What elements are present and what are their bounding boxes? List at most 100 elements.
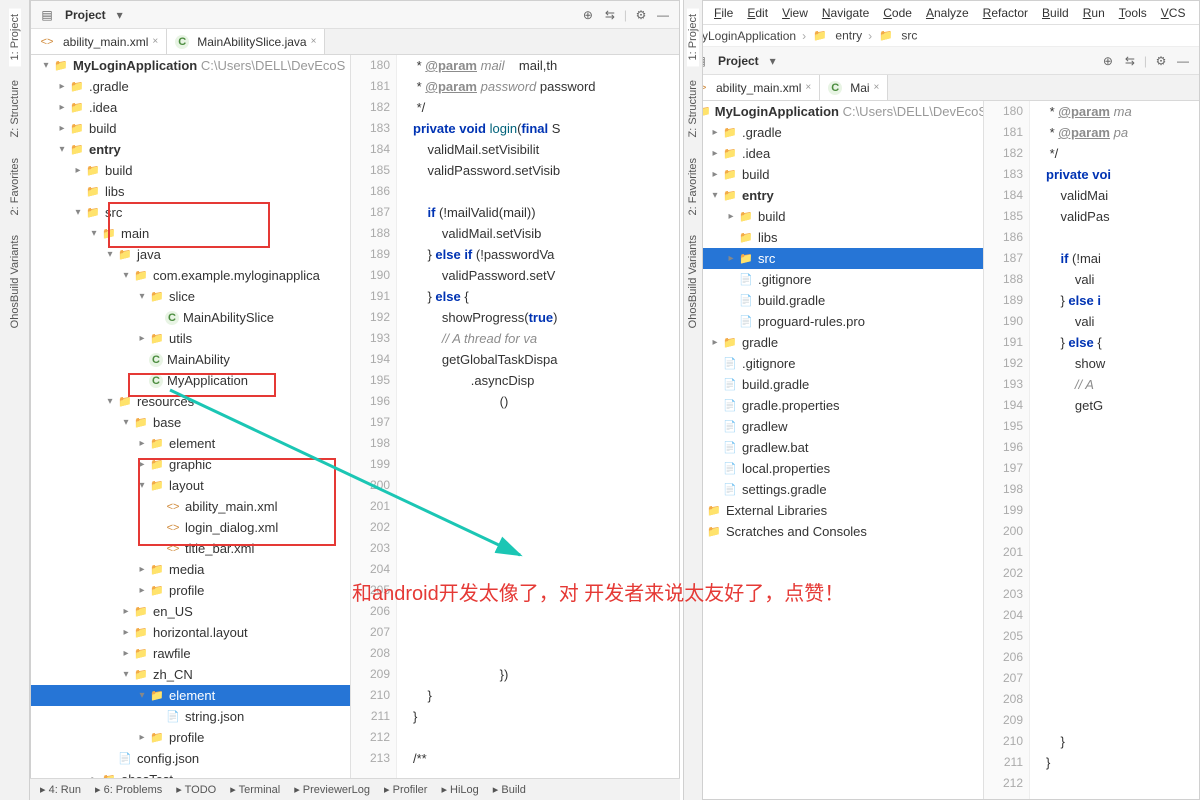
tree-item-main[interactable]: ▾📁main [31, 223, 350, 244]
vtab-1-Project[interactable]: 1: Project [687, 8, 699, 66]
bottom-4-Run[interactable]: ▸ 4: Run [40, 783, 81, 796]
tree-item-MyLoginApplication[interactable]: ▾📁MyLoginApplication C:\Users\DELL\DevEc… [31, 55, 350, 76]
tree-item--idea[interactable]: ▸📁.idea [684, 143, 983, 164]
tree-item-Scratches-and-Consoles[interactable]: 📁Scratches and Consoles [684, 521, 983, 542]
tree-item-en_US[interactable]: ▸📁en_US [31, 601, 350, 622]
crumb-MyLoginApplication[interactable]: MyLoginApplication [692, 29, 796, 43]
menu-build[interactable]: Build [1036, 4, 1075, 22]
dropdown-icon[interactable]: ▾ [765, 53, 781, 69]
tree-item--gradle[interactable]: ▸📁.gradle [684, 122, 983, 143]
tree-item-gradlew-bat[interactable]: 📄gradlew.bat [684, 437, 983, 458]
tab-Mai[interactable]: CMai× [820, 75, 888, 100]
bottom-toolbar[interactable]: ▸ 4: Run▸ 6: Problems▸ TODO▸ Terminal▸ P… [30, 778, 680, 800]
project-view-icon[interactable]: ▤ [39, 7, 55, 23]
crumb-src[interactable]: 📁 src [878, 28, 917, 44]
tree-item-title_bar-xml[interactable]: <>title_bar.xml [31, 538, 350, 559]
tree-item-External-Libraries[interactable]: ▸📁External Libraries [684, 500, 983, 521]
tree-item--idea[interactable]: ▸📁.idea [31, 97, 350, 118]
main-menubar[interactable]: ◆ FileEditViewNavigateCodeAnalyzeRefacto… [684, 1, 1199, 25]
tree-item-src[interactable]: ▸📁src [684, 248, 983, 269]
tab-ability_main-xml[interactable]: <>ability_main.xml× [31, 29, 167, 54]
menu-analyze[interactable]: Analyze [920, 4, 975, 22]
tab-MainAbilitySlice-java[interactable]: CMainAbilitySlice.java× [167, 29, 325, 54]
tree-item-element[interactable]: ▾📁element [31, 685, 350, 706]
menu-view[interactable]: View [776, 4, 814, 22]
vtab-2-Favorites[interactable]: 2: Favorites [9, 152, 21, 221]
hide-icon[interactable]: — [1175, 53, 1191, 69]
tree-item-entry[interactable]: ▾📁entry [684, 185, 983, 206]
menu-run[interactable]: Run [1077, 4, 1111, 22]
gear-icon[interactable]: ⚙ [633, 7, 649, 23]
project-tree-left[interactable]: ▾📁MyLoginApplication C:\Users\DELL\DevEc… [31, 55, 351, 800]
menu-code[interactable]: Code [877, 4, 918, 22]
tree-item-build-gradle[interactable]: 📄build.gradle [684, 290, 983, 311]
tree-item-libs[interactable]: 📁libs [31, 181, 350, 202]
tree-item-gradlew[interactable]: 📄gradlew [684, 416, 983, 437]
tree-item-src[interactable]: ▾📁src [31, 202, 350, 223]
tree-item-proguard-rules-pro[interactable]: 📄proguard-rules.pro [684, 311, 983, 332]
target-icon[interactable]: ⊕ [580, 7, 596, 23]
tree-item-login_dialog-xml[interactable]: <>login_dialog.xml [31, 517, 350, 538]
tree-item-string-json[interactable]: 📄string.json [31, 706, 350, 727]
tree-item-MyApplication[interactable]: CMyApplication [31, 370, 350, 391]
tab-ability_main-xml[interactable]: <>ability_main.xml× [684, 75, 820, 100]
tree-item-slice[interactable]: ▾📁slice [31, 286, 350, 307]
tree-item-build[interactable]: ▸📁build [684, 164, 983, 185]
vtab-OhosBuild-Variants[interactable]: OhosBuild Variants [9, 229, 21, 334]
tree-item-layout[interactable]: ▾📁layout [31, 475, 350, 496]
menu-file[interactable]: File [708, 4, 739, 22]
tree-item-graphic[interactable]: ▸📁graphic [31, 454, 350, 475]
bottom-TODO[interactable]: ▸ TODO [176, 783, 216, 796]
hide-icon[interactable]: — [655, 7, 671, 23]
tree-item-build-gradle[interactable]: 📄build.gradle [684, 374, 983, 395]
menu-refactor[interactable]: Refactor [977, 4, 1034, 22]
close-icon[interactable]: × [311, 36, 317, 47]
tree-item-resources[interactable]: ▾📁resources [31, 391, 350, 412]
tree-item-com-example-myloginapplica[interactable]: ▾📁com.example.myloginapplica [31, 265, 350, 286]
tree-item-libs[interactable]: 📁libs [684, 227, 983, 248]
tree-item--gradle[interactable]: ▸📁.gradle [31, 76, 350, 97]
menu-tools[interactable]: Tools [1113, 4, 1153, 22]
project-tree-right[interactable]: ▾📁MyLoginApplication C:\Users\DELL\DevEc… [684, 101, 984, 800]
vtab-2-Favorites[interactable]: 2: Favorites [687, 152, 699, 221]
bottom-Build[interactable]: ▸ Build [493, 783, 526, 796]
vtab-1-Project[interactable]: 1: Project [9, 8, 21, 66]
vtab-Z-Structure[interactable]: Z: Structure [9, 74, 21, 143]
tree-item--gitignore[interactable]: 📄.gitignore [684, 269, 983, 290]
tree-item-media[interactable]: ▸📁media [31, 559, 350, 580]
tree-item-zh_CN[interactable]: ▾📁zh_CN [31, 664, 350, 685]
bottom-Terminal[interactable]: ▸ Terminal [230, 783, 280, 796]
tree-item-build[interactable]: ▸📁build [684, 206, 983, 227]
menu-navigate[interactable]: Navigate [816, 4, 875, 22]
vtab-OhosBuild-Variants[interactable]: OhosBuild Variants [687, 229, 699, 334]
tree-item-settings-gradle[interactable]: 📄settings.gradle [684, 479, 983, 500]
close-icon[interactable]: × [874, 82, 880, 93]
tree-item-ability_main-xml[interactable]: <>ability_main.xml [31, 496, 350, 517]
bottom-PreviewerLog[interactable]: ▸ PreviewerLog [294, 783, 370, 796]
tree-item-base[interactable]: ▾📁base [31, 412, 350, 433]
tree-item-gradle-properties[interactable]: 📄gradle.properties [684, 395, 983, 416]
close-icon[interactable]: × [805, 82, 811, 93]
menu-vcs[interactable]: VCS [1155, 4, 1192, 22]
menu-edit[interactable]: Edit [741, 4, 774, 22]
tree-item-gradle[interactable]: ▸📁gradle [684, 332, 983, 353]
tree-item--gitignore[interactable]: 📄.gitignore [684, 353, 983, 374]
tree-item-profile[interactable]: ▸📁profile [31, 727, 350, 748]
bottom-HiLog[interactable]: ▸ HiLog [441, 783, 478, 796]
close-icon[interactable]: × [152, 36, 158, 47]
tree-item-build[interactable]: ▸📁build [31, 118, 350, 139]
tree-item-build[interactable]: ▸📁build [31, 160, 350, 181]
tree-item-java[interactable]: ▾📁java [31, 244, 350, 265]
code-right[interactable]: * @param ma * @param pa */private voi va… [1030, 101, 1199, 800]
dropdown-icon[interactable]: ▾ [112, 7, 128, 23]
bottom-Profiler[interactable]: ▸ Profiler [384, 783, 427, 796]
gear-icon[interactable]: ⚙ [1153, 53, 1169, 69]
vtab-Z-Structure[interactable]: Z: Structure [687, 74, 699, 143]
tree-item-local-properties[interactable]: 📄local.properties [684, 458, 983, 479]
target-icon[interactable]: ⊕ [1100, 53, 1116, 69]
tree-item-config-json[interactable]: 📄config.json [31, 748, 350, 769]
tree-item-element[interactable]: ▸📁element [31, 433, 350, 454]
tree-item-MainAbility[interactable]: CMainAbility [31, 349, 350, 370]
breadcrumb[interactable]: MyLoginApplication›📁 entry›📁 src [684, 25, 1199, 47]
collapse-icon[interactable]: ⇆ [1122, 53, 1138, 69]
